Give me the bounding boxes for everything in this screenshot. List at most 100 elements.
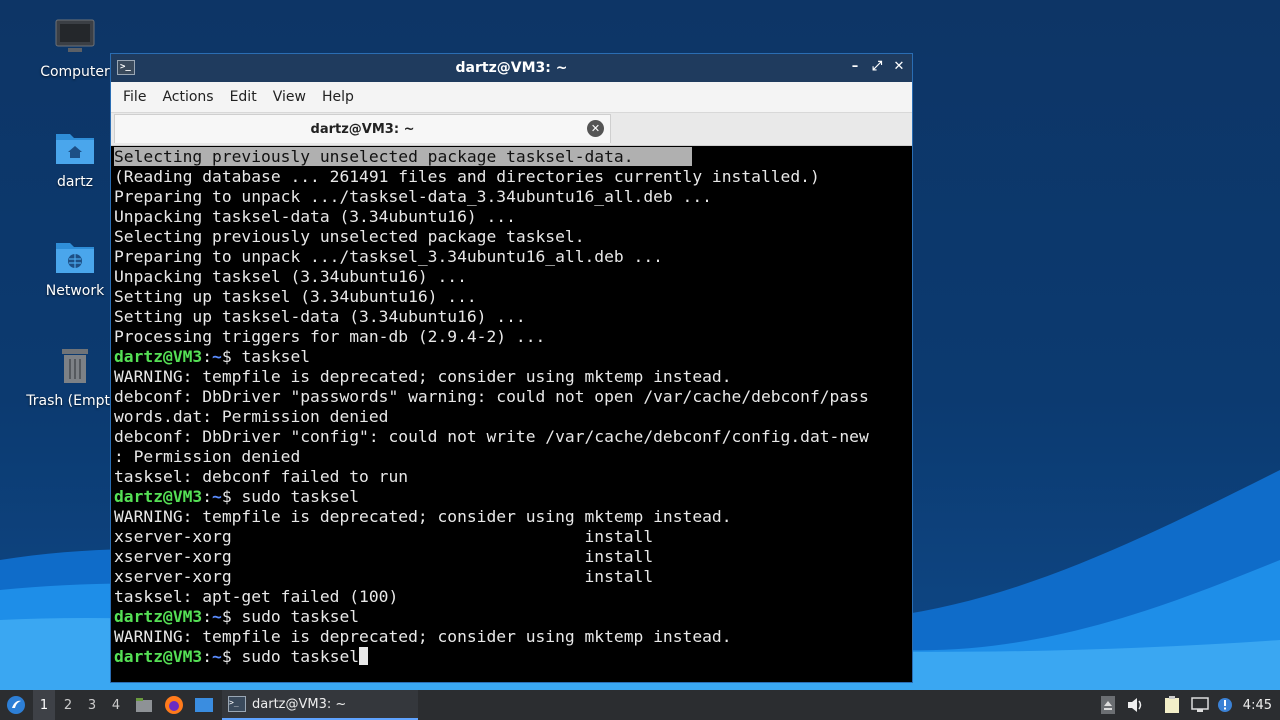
prompt-user: dartz@VM3 [114, 347, 203, 366]
terminal-line: xserver-xorg install [114, 567, 909, 587]
terminal-line: tasksel: apt-get failed (100) [114, 587, 909, 607]
minimize-button[interactable]: – [848, 59, 862, 75]
task-label: dartz@VM3: ~ [252, 696, 347, 712]
file-manager-icon [136, 698, 152, 712]
home-folder-icon [56, 134, 94, 164]
start-menu-icon [7, 696, 25, 714]
workspace-3[interactable]: 3 [81, 690, 103, 720]
line-text: Processing triggers for man-db (2.9.4-2)… [114, 327, 546, 346]
clipboard-button[interactable] [1162, 690, 1182, 720]
command-text: sudo tasksel [231, 487, 360, 506]
terminal-icon: >_ [228, 696, 246, 712]
line-text: Setting up tasksel (3.34ubuntu16) ... [114, 287, 477, 306]
line-text: xserver-xorg install [114, 547, 654, 566]
line-text: (Reading database ... 261491 files and d… [114, 167, 820, 186]
terminal-icon: >_ [117, 60, 135, 75]
menu-bar: File Actions Edit View Help [111, 82, 912, 113]
terminal-line: : Permission denied [114, 447, 909, 467]
close-button[interactable]: ✕ [892, 59, 906, 75]
terminal-line: Setting up tasksel-data (3.34ubuntu16) .… [114, 307, 909, 327]
terminal-line: Selecting previously unselected package … [114, 147, 909, 167]
line-text: xserver-xorg install [114, 567, 654, 586]
menu-view[interactable]: View [265, 89, 314, 105]
window-title: dartz@VM3: ~ [455, 60, 568, 76]
update-notifier-icon [1218, 698, 1232, 712]
command-text: tasksel [231, 347, 311, 366]
terminal-line: xserver-xorg install [114, 547, 909, 567]
terminal-line: xserver-xorg install [114, 527, 909, 547]
volume-icon [1128, 698, 1142, 712]
line-text: Unpacking tasksel (3.34ubuntu16) ... [114, 267, 467, 286]
prompt-symbol: $ [221, 607, 232, 626]
command-text: sudo tasksel [231, 647, 360, 666]
prompt-user: dartz@VM3 [114, 607, 203, 626]
network-icon [1191, 697, 1209, 712]
workspace-1[interactable]: 1 [33, 690, 55, 720]
terminal-line: Setting up tasksel (3.34ubuntu16) ... [114, 287, 909, 307]
terminal-line: WARNING: tempfile is deprecated; conside… [114, 367, 909, 387]
terminal-line: (Reading database ... 261491 files and d… [114, 167, 909, 187]
terminal-line: Selecting previously unselected package … [114, 227, 909, 247]
menu-file[interactable]: File [115, 89, 154, 105]
terminal-cursor [359, 647, 369, 665]
prompt-separator: : [202, 607, 213, 626]
taskbar-task-terminal[interactable]: >_ dartz@VM3: ~ [222, 690, 418, 720]
prompt-separator: : [202, 487, 213, 506]
terminal-window[interactable]: >_ dartz@VM3: ~ – ⤢ ✕ File Actions Edit … [110, 53, 913, 683]
tab-label: dartz@VM3: ~ [310, 121, 415, 137]
menu-help[interactable]: Help [314, 89, 362, 105]
clock[interactable]: 4:45 [1243, 690, 1272, 720]
line-text: words.dat: Permission denied [114, 407, 389, 426]
terminal-prompt-line: dartz@VM3:~$ sudo tasksel [114, 647, 909, 667]
terminal-line: words.dat: Permission denied [114, 407, 909, 427]
firefox-launcher[interactable] [163, 690, 185, 720]
terminal-prompt-line: dartz@VM3:~$ tasksel [114, 347, 909, 367]
tab-bar: dartz@VM3: ~ ✕ [111, 113, 912, 146]
file-manager-launcher[interactable] [133, 690, 155, 720]
terminal-output[interactable]: Selecting previously unselected package … [114, 147, 909, 678]
update-notifier-button[interactable] [1215, 690, 1235, 720]
line-text: Selecting previously unselected package … [114, 147, 693, 166]
workspace-4[interactable]: 4 [105, 690, 127, 720]
network-button[interactable] [1190, 690, 1210, 720]
terminal-line: WARNING: tempfile is deprecated; conside… [114, 507, 909, 527]
prompt-separator: : [202, 347, 213, 366]
line-text: xserver-xorg install [114, 527, 654, 546]
prompt-user: dartz@VM3 [114, 487, 203, 506]
window-titlebar[interactable]: >_ dartz@VM3: ~ – ⤢ ✕ [111, 54, 912, 82]
tab-close-button[interactable]: ✕ [587, 120, 604, 137]
start-menu-button[interactable] [4, 690, 28, 720]
line-text: Selecting previously unselected package … [114, 227, 585, 246]
prompt-path: ~ [212, 607, 222, 626]
prompt-user: dartz@VM3 [114, 647, 203, 666]
terminal-line: debconf: DbDriver "passwords" warning: c… [114, 387, 909, 407]
tab-terminal[interactable]: dartz@VM3: ~ ✕ [114, 114, 611, 143]
prompt-symbol: $ [221, 487, 232, 506]
terminal-line: Preparing to unpack .../tasksel_3.34ubun… [114, 247, 909, 267]
volume-button[interactable] [1126, 690, 1146, 720]
firefox-icon [165, 696, 183, 714]
prompt-symbol: $ [221, 647, 232, 666]
taskbar: 1 2 3 4 >_ dartz@VM3: ~ 4:45 [0, 690, 1280, 720]
show-desktop-button[interactable] [193, 690, 215, 720]
menu-actions[interactable]: Actions [154, 89, 221, 105]
line-text: debconf: DbDriver "config": could not wr… [114, 427, 869, 446]
clipboard-icon [1165, 696, 1179, 713]
terminal-line: Preparing to unpack .../tasksel-data_3.3… [114, 187, 909, 207]
line-text: Setting up tasksel-data (3.34ubuntu16) .… [114, 307, 526, 326]
maximize-button[interactable]: ⤢ [870, 59, 884, 75]
menu-edit[interactable]: Edit [222, 89, 265, 105]
prompt-path: ~ [212, 487, 222, 506]
line-text: Preparing to unpack .../tasksel-data_3.3… [114, 187, 712, 206]
workspace-2[interactable]: 2 [57, 690, 79, 720]
eject-button[interactable] [1098, 690, 1118, 720]
line-text: tasksel: debconf failed to run [114, 467, 409, 486]
terminal-prompt-line: dartz@VM3:~$ sudo tasksel [114, 607, 909, 627]
line-text: Unpacking tasksel-data (3.34ubuntu16) ..… [114, 207, 516, 226]
prompt-separator: : [202, 647, 213, 666]
terminal-line: Unpacking tasksel (3.34ubuntu16) ... [114, 267, 909, 287]
terminal-line: Processing triggers for man-db (2.9.4-2)… [114, 327, 909, 347]
line-text: WARNING: tempfile is deprecated; conside… [114, 367, 732, 386]
terminal-line: debconf: DbDriver "config": could not wr… [114, 427, 909, 447]
line-text: debconf: DbDriver "passwords" warning: c… [114, 387, 869, 406]
